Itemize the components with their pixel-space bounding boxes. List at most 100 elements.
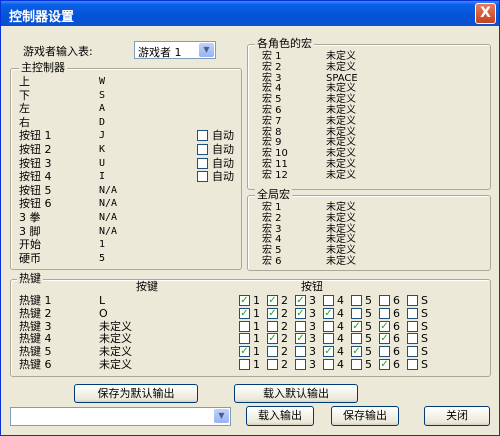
macro-value[interactable]: 未定义 [326,83,356,94]
hotkey-button-checkbox[interactable]: ✓ [295,333,306,345]
hotkey-button-checkbox[interactable]: ✓ [323,346,334,358]
control-key-value[interactable]: W [99,75,105,88]
macro-value[interactable]: 未定义 [326,105,356,116]
hotkey-button-checkbox[interactable]: ✓ [239,346,250,358]
hotkey-label: 热键 1 [19,294,52,307]
character-macros-title: 各角色的宏 [255,37,314,51]
control-key-value[interactable]: I [99,170,105,183]
hotkey-button-checkbox[interactable] [379,346,390,358]
macro-value[interactable]: 未定义 [326,137,356,148]
player-select[interactable]: 游戏者 1 ▼ [134,41,216,59]
control-key-value[interactable]: K [99,143,105,156]
hotkey-button-checkbox[interactable] [239,333,250,345]
macro-value[interactable]: 未定义 [326,159,356,170]
hotkey-key-value[interactable]: 未定义 [99,332,132,345]
hotkey-key-value[interactable]: 未定义 [99,320,132,333]
global-macro-value[interactable]: 未定义 [326,234,356,245]
hotkey-button-checkbox[interactable] [323,295,334,306]
auto-checkbox[interactable] [197,171,208,183]
hotkey-button-checkbox[interactable] [267,320,278,332]
hotkey-button-checkbox[interactable] [351,359,362,370]
macro-value[interactable]: 未定义 [326,94,356,105]
global-macros-group: 全局宏 宏 1 未定义宏 2 未定义宏 3 未定义宏 4 未定义宏 5 未定义宏 6 未定义 [247,188,491,271]
macro-value[interactable]: 未定义 [326,170,356,181]
hotkey-button-checkbox[interactable] [323,359,334,370]
control-key-value[interactable]: N/A [99,184,117,197]
auto-checkbox[interactable] [197,130,208,142]
hotkey-button-checkbox[interactable] [379,307,390,319]
auto-checkbox[interactable] [197,144,208,155]
macro-value[interactable]: 未定义 [326,148,356,159]
hotkey-button-checkbox[interactable] [267,359,278,370]
output-select[interactable]: ▼ [10,407,231,426]
hotkey-button-checkbox[interactable] [407,346,418,358]
global-macro-value[interactable]: 未定义 [326,213,356,224]
global-macro-value[interactable]: 未定义 [326,256,356,267]
hotkey-button-label: 3 [309,358,316,371]
control-label: 按钮 3 [19,156,52,170]
hotkey-button-checkbox[interactable]: ✓ [379,333,390,345]
save-output-button[interactable]: 保存输出 [331,406,399,426]
global-macro-value[interactable]: 未定义 [326,224,356,235]
macro-value[interactable]: 未定义 [326,62,356,73]
hotkey-button-checkbox[interactable] [295,320,306,332]
hotkey-button-checkbox[interactable] [407,359,418,370]
hotkey-button-checkbox[interactable] [239,359,250,370]
close-button[interactable]: 关闭 [424,406,490,426]
hotkey-button-checkbox[interactable] [239,320,250,332]
hotkey-key-value[interactable]: O [99,307,108,320]
hotkey-button-checkbox[interactable]: ✓ [239,307,250,319]
hotkey-button-checkbox[interactable]: ✓ [351,346,362,358]
hotkey-button-checkbox[interactable] [351,333,362,345]
hotkey-button-checkbox[interactable] [379,295,390,306]
control-key-value[interactable]: 1 [99,238,105,251]
hotkey-button-checkbox[interactable] [407,307,418,319]
hotkey-button-checkbox[interactable]: ✓ [295,295,306,306]
hotkey-button-checkbox[interactable] [295,359,306,370]
hotkey-button-checkbox[interactable]: ✓ [379,359,390,370]
hotkey-button-checkbox[interactable]: ✓ [239,295,250,306]
hotkey-button-checkbox[interactable] [407,333,418,345]
hotkey-button-checkbox[interactable]: ✓ [267,295,278,306]
hotkey-key-value[interactable]: 未定义 [99,345,132,358]
macro-value[interactable]: 未定义 [326,127,356,138]
hotkey-key-value[interactable]: 未定义 [99,358,132,371]
global-macro-value[interactable]: 未定义 [326,202,356,213]
hotkey-button-checkbox[interactable] [267,346,278,358]
save-default-button[interactable]: 保存为默认输出 [74,384,198,403]
load-output-button[interactable]: 载入输出 [246,406,314,426]
chevron-down-icon[interactable]: ▼ [199,43,214,57]
player-select-value: 游戏者 1 [138,46,182,59]
hotkey-button-checkbox[interactable] [351,307,362,319]
hotkey-button-checkbox[interactable]: ✓ [379,320,390,332]
hotkey-button-checkbox[interactable] [295,346,306,358]
control-key-value[interactable]: N/A [99,211,117,224]
auto-checkbox[interactable] [197,157,208,169]
macro-value[interactable]: 未定义 [326,116,356,127]
chevron-down-icon[interactable]: ▼ [214,409,229,423]
hotkey-button-checkbox[interactable] [407,320,418,332]
macro-value[interactable]: 未定义 [326,51,356,62]
hotkey-button-checkbox[interactable] [323,333,334,345]
hotkey-button-checkbox[interactable] [323,320,334,332]
control-key-value[interactable]: S [99,89,105,102]
control-key-value[interactable]: D [99,116,105,129]
control-key-value[interactable]: J [99,129,105,142]
hotkey-button-checkbox[interactable] [351,295,362,306]
global-macro-value[interactable]: 未定义 [326,245,356,256]
hotkey-button-checkbox[interactable]: ✓ [267,333,278,345]
hotkey-button-checkbox[interactable]: ✓ [323,307,334,319]
macro-value[interactable]: SPACE [326,73,358,84]
control-key-value[interactable]: U [99,157,105,170]
hotkey-button-checkbox[interactable]: ✓ [295,307,306,319]
control-key-value[interactable]: 5 [99,252,105,265]
hotkey-key-value[interactable]: L [99,294,105,307]
control-key-value[interactable]: N/A [99,225,117,238]
hotkey-button-checkbox[interactable]: ✓ [267,307,278,319]
control-key-value[interactable]: A [99,102,105,115]
load-default-button[interactable]: 载入默认输出 [234,384,358,403]
hotkey-button-checkbox[interactable]: ✓ [351,320,362,332]
hotkey-button-checkbox[interactable] [407,295,418,306]
control-key-value[interactable]: N/A [99,197,117,210]
close-window-button[interactable]: X [475,3,496,24]
